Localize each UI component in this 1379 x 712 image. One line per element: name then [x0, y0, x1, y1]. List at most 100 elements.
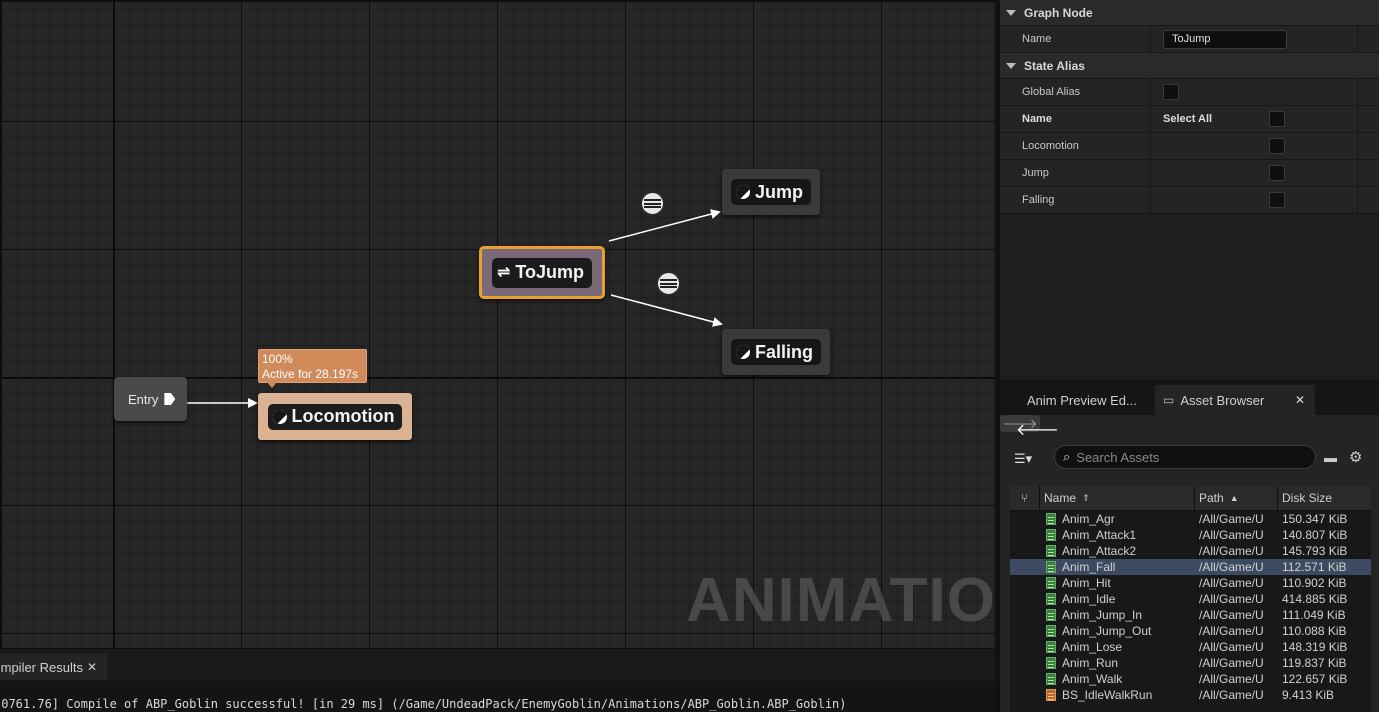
asset-name-cell: Anim_Attack1: [1040, 528, 1195, 542]
chevron-down-icon: [1006, 62, 1016, 69]
prop-value: [1151, 79, 1358, 105]
table-row[interactable]: Anim_Agr/All/Game/U 150.347 KiB: [1010, 511, 1371, 527]
graph-watermark: ANIMATION: [686, 566, 995, 635]
state-node-falling[interactable]: Falling: [722, 329, 830, 375]
column-header-name[interactable]: Name ⇑: [1040, 486, 1195, 510]
table-row[interactable]: Anim_Attack1/All/Game/U 140.807 KiB: [1010, 527, 1371, 543]
back-arrow-icon[interactable]: 🡐: [1016, 419, 1059, 440]
filter-icon[interactable]: ☰▾: [1014, 451, 1032, 467]
asset-path: /All/Game/U: [1199, 576, 1264, 590]
gear-icon[interactable]: ⚙: [1349, 448, 1362, 466]
asset-table: ⑂ Name ⇑ Path ▲ Disk Size Anim_Agr/All/G…: [1010, 486, 1371, 712]
select-all-checkbox[interactable]: [1269, 111, 1285, 127]
table-row[interactable]: Anim_Hit/All/Game/U 110.902 KiB: [1010, 575, 1371, 591]
tab-anim-preview-editor[interactable]: Anim Preview Ed...: [1000, 385, 1155, 415]
entry-node[interactable]: Entry: [114, 377, 187, 421]
prop-label: Jump: [1000, 160, 1151, 186]
asset-disk-size: 119.837 KiB: [1282, 656, 1347, 670]
asset-disk-size: 122.657 KiB: [1282, 672, 1348, 686]
prop-label: Locomotion: [1000, 133, 1151, 159]
asset-tab-bar: Anim Preview Ed... ▭ Asset Browser ✕: [1000, 381, 1379, 415]
asset-name-cell: Anim_Attack2: [1040, 544, 1195, 558]
folder-icon[interactable]: ▬: [1324, 450, 1337, 465]
asset-name: Anim_Agr: [1062, 512, 1115, 526]
asset-name-cell: Anim_Idle: [1040, 592, 1195, 606]
prop-label: Falling: [1000, 187, 1151, 213]
asset-path: /All/Game/U: [1199, 640, 1264, 654]
asset-path: /All/Game/U: [1199, 672, 1264, 686]
table-row[interactable]: Anim_Attack2/All/Game/U 145.793 KiB: [1010, 543, 1371, 559]
tab-label: Compiler Results: [0, 659, 83, 675]
select-all-label: Select All: [1163, 113, 1213, 125]
asset-path: /All/Game/U: [1199, 512, 1264, 526]
state-alias-checkbox[interactable]: [1269, 192, 1285, 208]
node-name-field[interactable]: ToJump: [1163, 29, 1287, 49]
table-row[interactable]: Anim_Walk/All/Game/U 122.657 KiB: [1010, 671, 1371, 687]
table-row[interactable]: Anim_Jump_Out/All/Game/U 110.088 KiB: [1010, 623, 1371, 639]
asset-name: Anim_Run: [1062, 656, 1119, 670]
state-alias-checkbox[interactable]: [1269, 165, 1285, 181]
global-alias-checkbox[interactable]: [1163, 84, 1179, 100]
asset-name: Anim_Lose: [1062, 640, 1123, 654]
table-row[interactable]: Anim_Fall/All/Game/U 112.571 KiB: [1010, 559, 1371, 575]
close-icon[interactable]: ✕: [87, 660, 97, 674]
sort-asc-icon: ▲: [1229, 493, 1239, 503]
asset-browser-panel: Anim Preview Ed... ▭ Asset Browser ✕ 🡐 🡒…: [1000, 381, 1379, 712]
tab-asset-browser[interactable]: ▭ Asset Browser ✕: [1155, 385, 1315, 415]
column-label: Disk Size: [1282, 491, 1333, 505]
table-header: ⑂ Name ⇑ Path ▲ Disk Size: [1010, 486, 1371, 511]
asset-path: /All/Game/U: [1199, 608, 1264, 622]
asset-name-cell: BS_IdleWalkRun: [1040, 688, 1195, 702]
anim-sequence-icon: [1046, 657, 1056, 669]
column-label: Name: [1044, 491, 1077, 505]
state-alias-checkbox[interactable]: [1269, 138, 1285, 154]
state-node-tojump[interactable]: ⇌ ToJump: [479, 246, 605, 299]
table-row[interactable]: Anim_Jump_In/All/Game/U 111.049 KiB: [1010, 607, 1371, 623]
asset-name: Anim_Walk: [1062, 672, 1123, 686]
conduit-icon: ⇌: [496, 263, 511, 281]
prop-row-state: Locomotion: [1000, 133, 1379, 160]
asset-name-cell: Anim_Agr: [1040, 512, 1195, 526]
state-node-jump[interactable]: Jump: [722, 169, 820, 215]
transition-rule-icon[interactable]: [656, 271, 681, 296]
prop-value: ToJump: [1151, 26, 1358, 52]
table-row[interactable]: Anim_Lose/All/Game/U 148.319 KiB: [1010, 639, 1371, 655]
asset-name-cell: Anim_Walk: [1040, 672, 1195, 686]
transition-wires: [187, 209, 723, 408]
exec-pin-icon[interactable]: [164, 393, 176, 405]
table-row[interactable]: BS_IdleWalkRun/All/Game/U 9.413 KiB: [1010, 687, 1371, 703]
search-input[interactable]: ⌕ Search Assets: [1054, 445, 1316, 469]
section-graph-node[interactable]: Graph Node: [1000, 0, 1379, 26]
details-panel: Graph Node Name ToJump State Alias Globa…: [1000, 0, 1379, 380]
prop-value: [1151, 133, 1358, 159]
graph-origin-vertical: [113, 0, 115, 648]
close-icon[interactable]: ✕: [1295, 393, 1305, 407]
anim-sequence-icon: [1046, 625, 1056, 637]
section-state-alias[interactable]: State Alias: [1000, 53, 1379, 79]
table-row[interactable]: Anim_Run/All/Game/U 119.837 KiB: [1010, 655, 1371, 671]
transition-rule-icon[interactable]: [640, 191, 665, 216]
prop-label: Global Alias: [1000, 79, 1151, 105]
asset-name-cell: Anim_Jump_In: [1040, 608, 1195, 622]
anim-sequence-icon: [1046, 513, 1056, 525]
state-title: Falling: [731, 339, 821, 365]
tooltip-active-time: Active for 28.197s: [262, 367, 359, 381]
prop-value: [1151, 160, 1358, 186]
prop-label: Name: [1000, 106, 1151, 132]
asset-name-cell: Anim_Run: [1040, 656, 1195, 670]
asset-disk-size: 145.793 KiB: [1282, 544, 1348, 558]
column-header-path[interactable]: Path ▲: [1195, 486, 1278, 510]
active-state-tooltip: 100% Active for 28.197s: [258, 349, 367, 388]
state-machine-graph[interactable]: Jump Falling ⇌ ToJump 100% Active for 28…: [0, 0, 995, 648]
prop-row-state: Falling: [1000, 187, 1379, 214]
state-node-locomotion[interactable]: Locomotion: [258, 393, 412, 440]
source-control-icon[interactable]: ⑂: [1010, 486, 1040, 510]
search-placeholder: Search Assets: [1076, 449, 1160, 465]
asset-disk-size: 112.571 KiB: [1282, 560, 1347, 574]
table-row[interactable]: Anim_Idle/All/Game/U 414.885 KiB: [1010, 591, 1371, 607]
asset-path: /All/Game/U: [1199, 544, 1264, 558]
asset-name-cell: Anim_Fall: [1040, 560, 1195, 574]
column-header-disk-size[interactable]: Disk Size: [1278, 486, 1371, 510]
tab-compiler-results[interactable]: Compiler Results ✕: [0, 654, 107, 680]
asset-disk-size: 111.049 KiB: [1282, 608, 1346, 622]
